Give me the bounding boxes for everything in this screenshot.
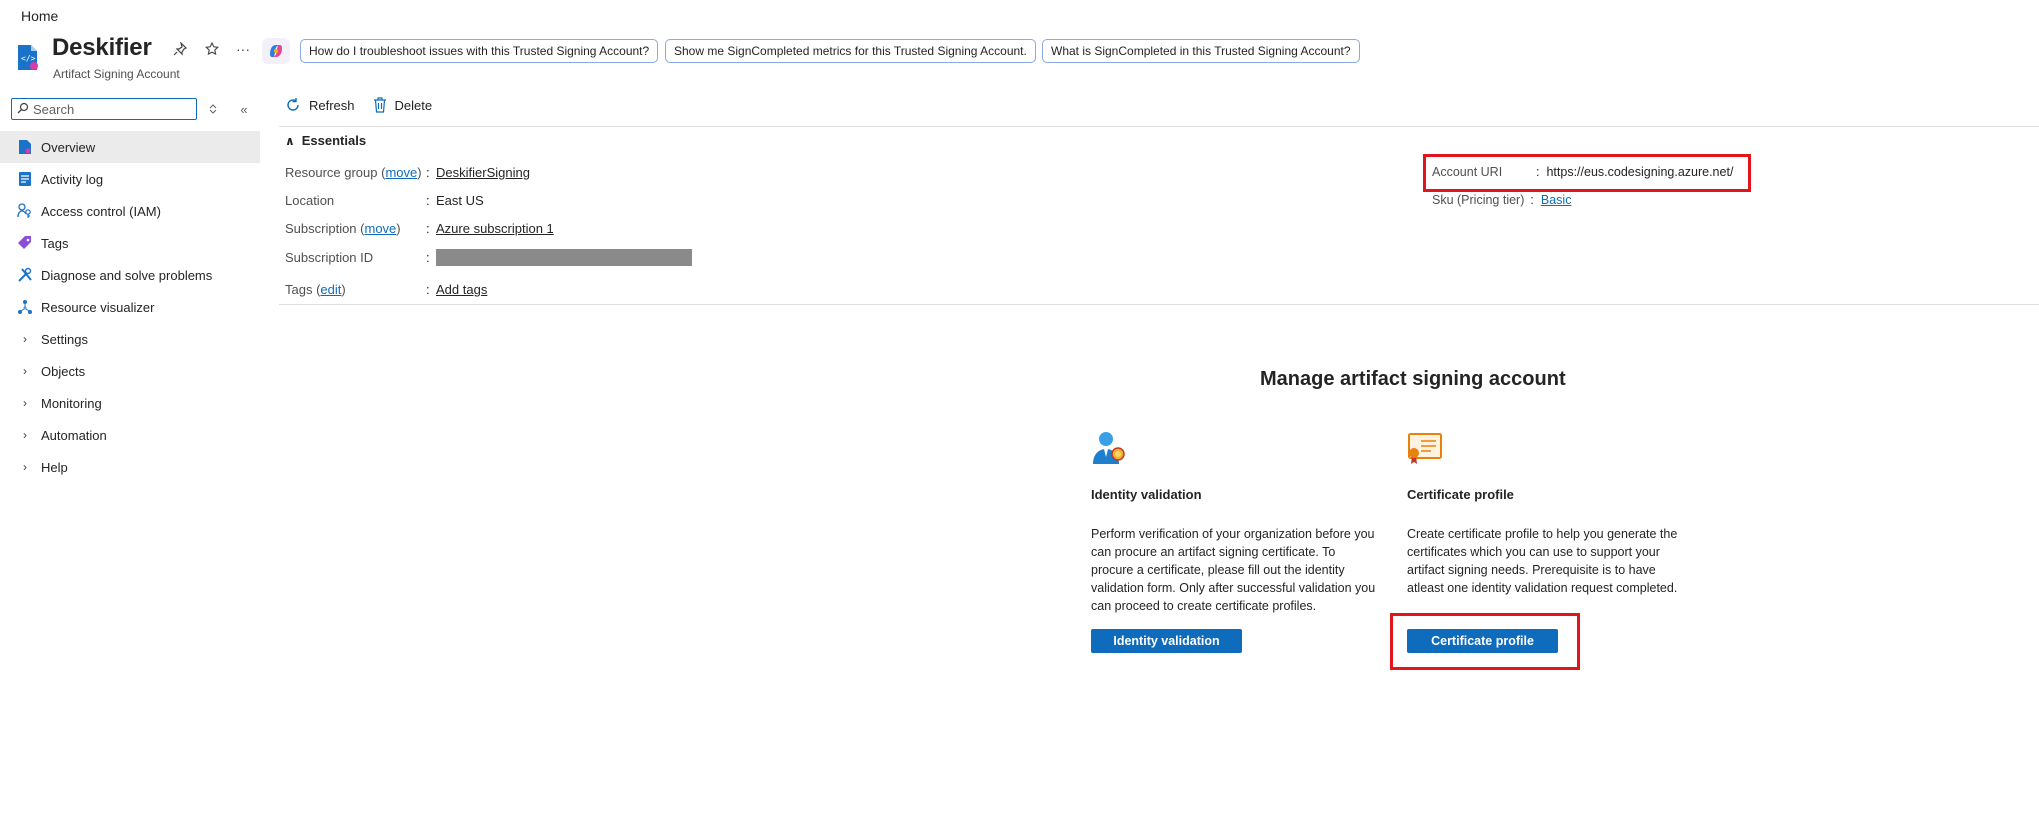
- sidebar-item-label: Overview: [41, 139, 96, 155]
- delete-button[interactable]: Delete: [373, 97, 433, 113]
- certificate-icon: [1407, 430, 1443, 466]
- move-resource-group-link[interactable]: move: [385, 165, 417, 180]
- tags-label: Tags: [285, 282, 313, 297]
- trash-icon: [373, 97, 386, 113]
- breadcrumb: Home: [21, 8, 58, 24]
- sidebar-item-tags[interactable]: Tags: [0, 227, 260, 259]
- more-icon[interactable]: ···: [234, 40, 252, 58]
- star-icon[interactable]: [203, 40, 221, 58]
- highlight-account-uri: [1423, 154, 1751, 192]
- wrench-icon: [16, 266, 34, 284]
- chevron-right-icon: ›: [23, 332, 27, 346]
- sidebar-item-diagnose[interactable]: Diagnose and solve problems: [0, 259, 260, 291]
- sidebar-item-label: Access control (IAM): [41, 203, 161, 219]
- sku-label: Sku (Pricing tier): [1432, 193, 1525, 207]
- identity-validation-button[interactable]: Identity validation: [1091, 629, 1242, 653]
- certificate-profile-title: Certificate profile: [1407, 487, 1514, 502]
- essentials-heading: Essentials: [301, 133, 367, 148]
- sidebar-item-label: Activity log: [41, 171, 104, 187]
- search-icon: [17, 102, 29, 117]
- chevron-right-icon: ›: [23, 460, 27, 474]
- page-title: Deskifier: [52, 34, 152, 61]
- sidebar-nav: Overview Activity log Access control (IA…: [0, 131, 260, 483]
- sidebar-item-label: Monitoring: [41, 395, 102, 411]
- search-input[interactable]: [33, 101, 193, 117]
- pin-icon[interactable]: [171, 40, 189, 58]
- divider: [279, 126, 2039, 127]
- sidebar-item-label: Tags: [41, 235, 69, 251]
- copilot-suggestion-signcompleted[interactable]: What is SignCompleted in this Trusted Si…: [1042, 39, 1360, 63]
- collapse-sidebar-icon[interactable]: «: [236, 100, 252, 118]
- sidebar-item-label: Resource visualizer: [41, 299, 155, 315]
- location-label: Location: [285, 193, 335, 208]
- command-bar: Refresh Delete: [285, 97, 450, 113]
- divider: [279, 304, 2039, 305]
- chevron-up-icon: ∧: [285, 133, 295, 148]
- identity-validation-title: Identity validation: [1091, 487, 1202, 502]
- highlight-certificate-profile: [1390, 613, 1580, 670]
- identity-validation-card: Identity validation Perform verification…: [1091, 430, 1376, 615]
- iam-icon: [16, 202, 34, 220]
- essentials-subscription-id: Subscription ID :: [285, 249, 692, 266]
- essentials-location: Location : East US: [285, 193, 484, 208]
- breadcrumb-home[interactable]: Home: [21, 8, 58, 24]
- essentials-resource-group: Resource group (move) : DeskifierSigning: [285, 165, 530, 180]
- refresh-button[interactable]: Refresh: [285, 97, 355, 113]
- subscription-label: Subscription: [285, 221, 357, 236]
- sidebar-item-label: Diagnose and solve problems: [41, 267, 213, 283]
- sidebar-item-help[interactable]: › Help: [0, 451, 260, 483]
- tag-icon: [16, 234, 34, 252]
- overview-icon: [16, 138, 34, 156]
- refresh-icon: [287, 98, 299, 111]
- manage-section-title: Manage artifact signing account: [1260, 368, 1566, 390]
- delete-label: Delete: [394, 97, 433, 113]
- page-subtitle: Artifact Signing Account: [53, 67, 180, 81]
- chevron-right-icon: ›: [23, 428, 27, 442]
- svg-text:</>: </>: [21, 54, 36, 63]
- sidebar-item-automation[interactable]: › Automation: [0, 419, 260, 451]
- resource-group-link[interactable]: DeskifierSigning: [436, 165, 530, 180]
- certificate-profile-card: Certificate profile Create certificate p…: [1407, 430, 1692, 597]
- location-value: East US: [436, 193, 484, 208]
- activity-log-icon: [16, 170, 34, 188]
- subscription-id-label: Subscription ID: [285, 250, 374, 265]
- sort-icon[interactable]: [205, 100, 221, 118]
- sidebar-item-label: Objects: [41, 363, 86, 379]
- resource-group-label: Resource group: [285, 165, 378, 180]
- sku-link[interactable]: Basic: [1541, 193, 1572, 207]
- identity-validation-description: Perform verification of your organizatio…: [1091, 527, 1376, 613]
- sidebar-item-activity-log[interactable]: Activity log: [0, 163, 260, 195]
- essentials-tags: Tags (edit) : Add tags: [285, 282, 488, 297]
- copilot-suggestion-metrics[interactable]: Show me SignCompleted metrics for this T…: [665, 39, 1036, 63]
- essentials-subscription: Subscription (move) : Azure subscription…: [285, 221, 554, 236]
- artifact-signing-resource-icon: </>: [16, 44, 40, 72]
- certificate-profile-description: Create certificate profile to help you g…: [1407, 527, 1678, 595]
- sidebar-item-objects[interactable]: › Objects: [0, 355, 260, 387]
- sidebar-item-settings[interactable]: › Settings: [0, 323, 260, 355]
- move-subscription-link[interactable]: move: [365, 221, 397, 236]
- chevron-right-icon: ›: [23, 396, 27, 410]
- sidebar-item-resource-visualizer[interactable]: Resource visualizer: [0, 291, 260, 323]
- sidebar-search[interactable]: [11, 98, 197, 120]
- copilot-icon[interactable]: [262, 38, 290, 64]
- sidebar-item-label: Automation: [41, 427, 107, 443]
- chevron-right-icon: ›: [23, 364, 27, 378]
- subscription-link[interactable]: Azure subscription 1: [436, 221, 554, 236]
- essentials-sku: Sku (Pricing tier) : Basic: [1432, 193, 1572, 207]
- copilot-suggestion-troubleshoot[interactable]: How do I troubleshoot issues with this T…: [300, 39, 659, 63]
- sidebar-item-label: Settings: [41, 331, 88, 347]
- edit-tags-link[interactable]: edit: [320, 282, 341, 297]
- visualizer-icon: [16, 298, 34, 316]
- identity-validation-icon: [1091, 430, 1127, 466]
- sidebar-item-monitoring[interactable]: › Monitoring: [0, 387, 260, 419]
- sidebar-item-overview[interactable]: Overview: [0, 131, 260, 163]
- redacted-subscription-id: [436, 249, 692, 266]
- add-tags-link[interactable]: Add tags: [436, 282, 487, 297]
- essentials-toggle[interactable]: ∧ Essentials: [285, 133, 366, 148]
- refresh-label: Refresh: [309, 97, 355, 113]
- sidebar-item-label: Help: [41, 459, 68, 475]
- sidebar-item-access-control[interactable]: Access control (IAM): [0, 195, 260, 227]
